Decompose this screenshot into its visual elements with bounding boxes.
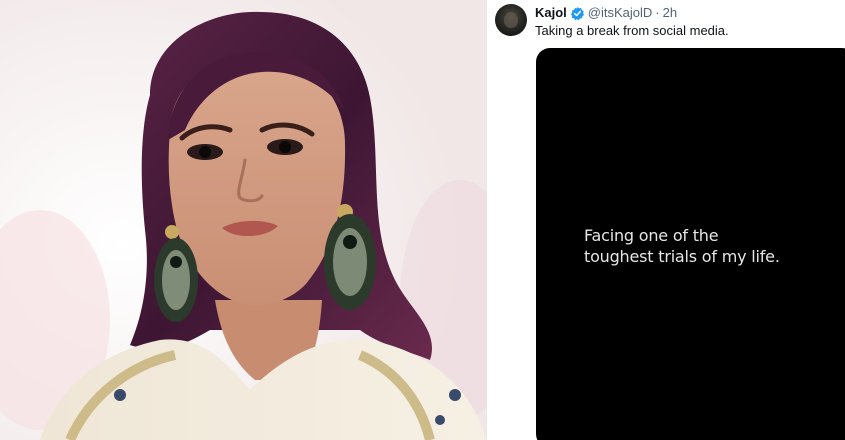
avatar[interactable]	[495, 4, 527, 36]
portrait-illustration	[0, 0, 486, 440]
tweet-media-image[interactable]: Facing one of the toughest trials of my …	[536, 48, 845, 440]
user-handle[interactable]: @itsKajolD	[588, 4, 653, 22]
verified-badge-icon	[570, 6, 585, 21]
media-line: Facing one of the	[584, 226, 719, 245]
portrait-photo	[0, 0, 486, 440]
tweet-panel: Kajol @itsKajolD · 2h Taking a break fro…	[487, 0, 845, 440]
display-name[interactable]: Kajol	[535, 4, 567, 22]
tweet-header: Kajol @itsKajolD · 2h	[535, 4, 677, 22]
tweet-text: Taking a break from social media.	[535, 23, 729, 38]
media-line: toughest trials of my life.	[584, 247, 780, 266]
timestamp[interactable]: 2h	[663, 4, 677, 22]
screenshot-root: Kajol @itsKajolD · 2h Taking a break fro…	[0, 0, 845, 440]
separator-dot: ·	[655, 5, 660, 20]
media-text: Facing one of the toughest trials of my …	[584, 225, 780, 267]
